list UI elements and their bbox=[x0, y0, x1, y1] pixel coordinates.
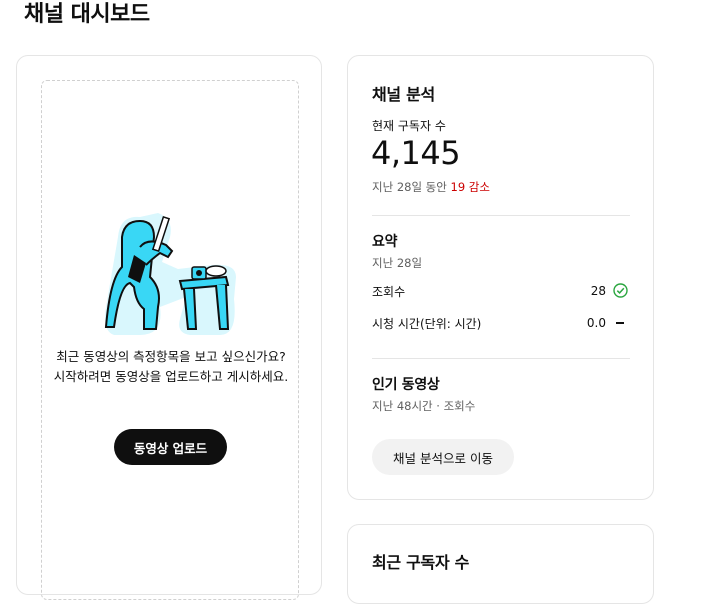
upload-video-button[interactable]: 동영상 업로드 bbox=[114, 429, 227, 465]
summary-period: 지난 28일 bbox=[372, 256, 423, 270]
divider bbox=[372, 358, 630, 359]
recent-subscribers-card: 최근 구독자 수 bbox=[347, 524, 654, 604]
empty-state-message: 최근 동영상의 측정항목을 보고 싶으신가요? 시작하려면 동영상을 업로드하고… bbox=[48, 347, 294, 387]
summary-title: 요약 bbox=[372, 234, 398, 250]
check-circle-icon bbox=[613, 283, 628, 298]
views-value: 28 bbox=[590, 284, 606, 298]
subscriber-change: 지난 28일 동안 19 감소 bbox=[372, 179, 490, 195]
watch-time-value: 0.0 bbox=[586, 316, 606, 330]
upload-dropzone: 최근 동영상의 측정항목을 보고 싶으신가요? 시작하려면 동영상을 업로드하고… bbox=[41, 80, 299, 600]
popular-videos-subtitle: 지난 48시간 · 조회수 bbox=[372, 399, 476, 413]
current-subscribers-value: 4,145 bbox=[371, 134, 461, 172]
divider bbox=[372, 215, 630, 216]
dash-icon bbox=[616, 322, 624, 324]
page-title: 채널 대시보드 bbox=[24, 2, 150, 27]
go-to-analytics-button[interactable]: 채널 분석으로 이동 bbox=[372, 439, 514, 475]
analytics-title: 채널 분석 bbox=[372, 85, 435, 104]
subscriber-change-prefix: 지난 28일 동안 bbox=[372, 180, 447, 194]
views-label: 조회수 bbox=[372, 285, 406, 299]
upload-card: 최근 동영상의 측정항목을 보고 싶으신가요? 시작하려면 동영상을 업로드하고… bbox=[16, 55, 322, 600]
subscriber-change-value: 19 감소 bbox=[450, 180, 490, 194]
current-subscribers-label: 현재 구독자 수 bbox=[372, 119, 446, 133]
empty-state-line1: 최근 동영상의 측정항목을 보고 싶으신가요? bbox=[56, 349, 286, 364]
empty-state-line2: 시작하려면 동영상을 업로드하고 게시하세요. bbox=[53, 369, 289, 384]
watch-time-label: 시청 시간(단위: 시간) bbox=[372, 317, 482, 331]
empty-state-illustration bbox=[104, 213, 236, 335]
popular-videos-title: 인기 동영상 bbox=[372, 377, 440, 393]
recent-subscribers-title: 최근 구독자 수 bbox=[372, 553, 470, 572]
channel-analytics-card: 채널 분석 현재 구독자 수 4,145 지난 28일 동안 19 감소 요약 … bbox=[347, 55, 654, 500]
